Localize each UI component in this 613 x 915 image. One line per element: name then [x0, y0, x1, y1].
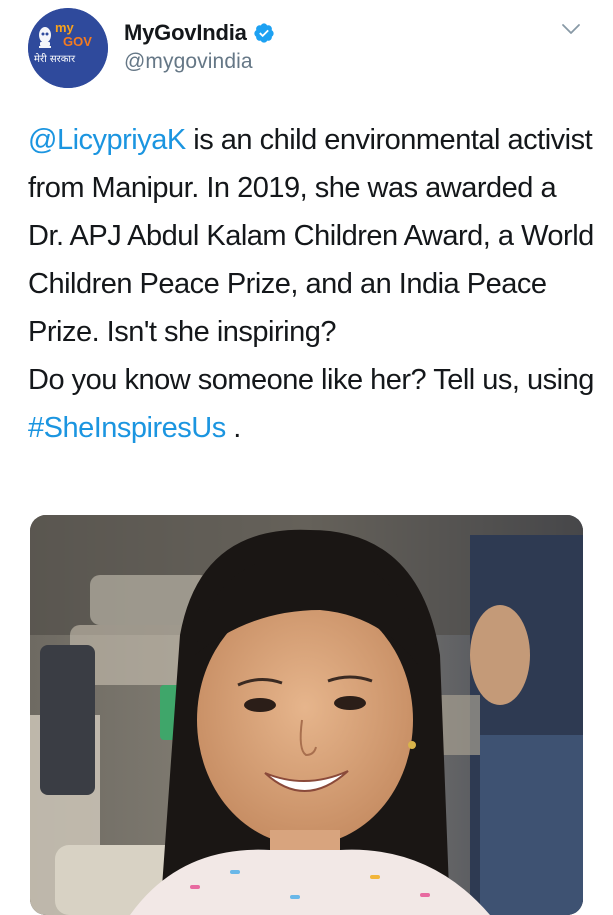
logo-subtext: मेरी सरकार	[34, 53, 76, 65]
account-handle[interactable]: @mygovindia	[124, 50, 275, 74]
tweet-header: my GOV मेरी सरकार MyGovIndia @mygovindia	[28, 8, 593, 90]
tweet-paragraph-2: Do you know someone like her? Tell us, u…	[28, 356, 598, 452]
tweet-text-end: .	[225, 412, 241, 444]
tweet-media-photo[interactable]	[30, 515, 583, 915]
display-name-row: MyGovIndia	[124, 18, 275, 48]
tweet-paragraph-1: @LicypriyaK is an child environmental ac…	[28, 116, 598, 356]
avatar[interactable]: my GOV मेरी सरकार	[28, 8, 108, 88]
account-names: MyGovIndia @mygovindia	[124, 18, 275, 74]
logo-gov-text: GOV	[63, 34, 92, 49]
photo-child-portrait	[30, 515, 583, 915]
logo-my-text: my	[55, 20, 75, 35]
hashtag-link[interactable]: #SheInspiresUs	[28, 412, 226, 444]
mygov-logo-icon: my GOV मेरी सरकार	[28, 8, 108, 88]
tweet-card: my GOV मेरी सरकार MyGovIndia @mygovindia…	[0, 0, 613, 915]
chevron-down-icon[interactable]	[561, 22, 581, 36]
verified-badge-icon	[254, 23, 274, 43]
tweet-text-part2: Do you know someone like her? Tell us, u…	[28, 364, 594, 396]
tweet-text: @LicypriyaK is an child environmental ac…	[28, 116, 598, 452]
mention-link[interactable]: @LicypriyaK	[28, 124, 186, 156]
tweet-text-part1: is an child environmental activist from …	[28, 124, 594, 348]
display-name[interactable]: MyGovIndia	[124, 20, 247, 46]
